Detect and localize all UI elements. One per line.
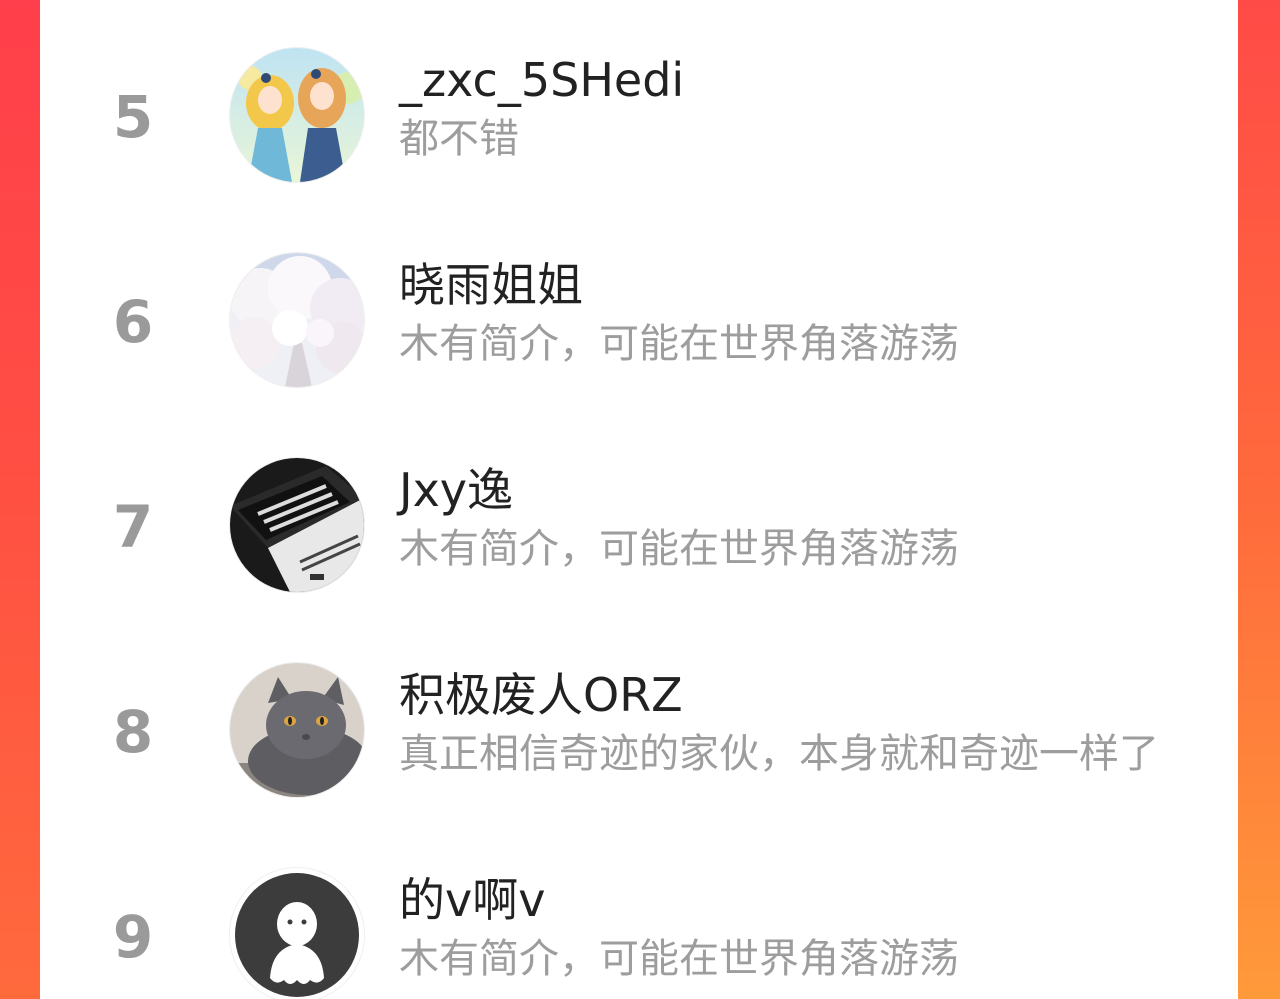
user-bio: 木有简介，可能在世界角落游荡 xyxy=(399,936,959,982)
rank-number: 6 xyxy=(112,288,154,356)
user-name[interactable]: Jxy逸 xyxy=(399,465,513,516)
user-name[interactable]: 的v啊v xyxy=(399,875,545,926)
user-avatar[interactable] xyxy=(230,458,364,592)
ranking-row[interactable]: 9 的v啊v 木有简介，可能在世界角落游荡 xyxy=(40,820,1238,999)
rank-number: 9 xyxy=(112,903,154,971)
default-ghost-avatar-icon xyxy=(230,868,364,999)
user-bio: 木有简介，可能在世界角落游荡 xyxy=(399,526,959,572)
user-name[interactable]: 积极废人ORZ xyxy=(399,670,683,721)
user-avatar[interactable] xyxy=(230,48,364,182)
user-bio: 都不错 xyxy=(399,116,519,162)
ranking-list: 5 _zxc_5SHedi 都不错 6 晓雨姐姐 木有简介，可能在世界角落游荡 … xyxy=(40,0,1238,999)
ranking-row[interactable]: 6 晓雨姐姐 木有简介，可能在世界角落游荡 xyxy=(40,205,1238,410)
rank-number: 5 xyxy=(112,83,154,151)
ranking-row[interactable]: 7 Jxy逸 木有简介，可能在世界角落游荡 xyxy=(40,410,1238,615)
album-box-avatar-icon xyxy=(230,458,364,592)
snowy-trees-avatar-icon xyxy=(230,253,364,387)
anime-girls-avatar-icon xyxy=(230,48,364,182)
user-avatar[interactable] xyxy=(230,868,364,999)
left-gradient-border xyxy=(0,0,40,999)
ranking-row[interactable]: 5 _zxc_5SHedi 都不错 xyxy=(40,0,1238,205)
user-bio: 真正相信奇迹的家伙，本身就和奇迹一样了 xyxy=(399,731,1159,777)
gray-cat-avatar-icon xyxy=(230,663,364,797)
user-avatar[interactable] xyxy=(230,663,364,797)
user-bio: 木有简介，可能在世界角落游荡 xyxy=(399,321,959,367)
user-name[interactable]: _zxc_5SHedi xyxy=(399,55,684,106)
rank-number: 8 xyxy=(112,698,154,766)
ranking-row[interactable]: 8 积极废人ORZ 真正相信奇迹的家伙，本身就和奇迹一样了 xyxy=(40,615,1238,820)
user-name[interactable]: 晓雨姐姐 xyxy=(399,260,583,311)
right-gradient-border xyxy=(1238,0,1280,999)
rank-number: 7 xyxy=(112,493,154,561)
user-avatar[interactable] xyxy=(230,253,364,387)
